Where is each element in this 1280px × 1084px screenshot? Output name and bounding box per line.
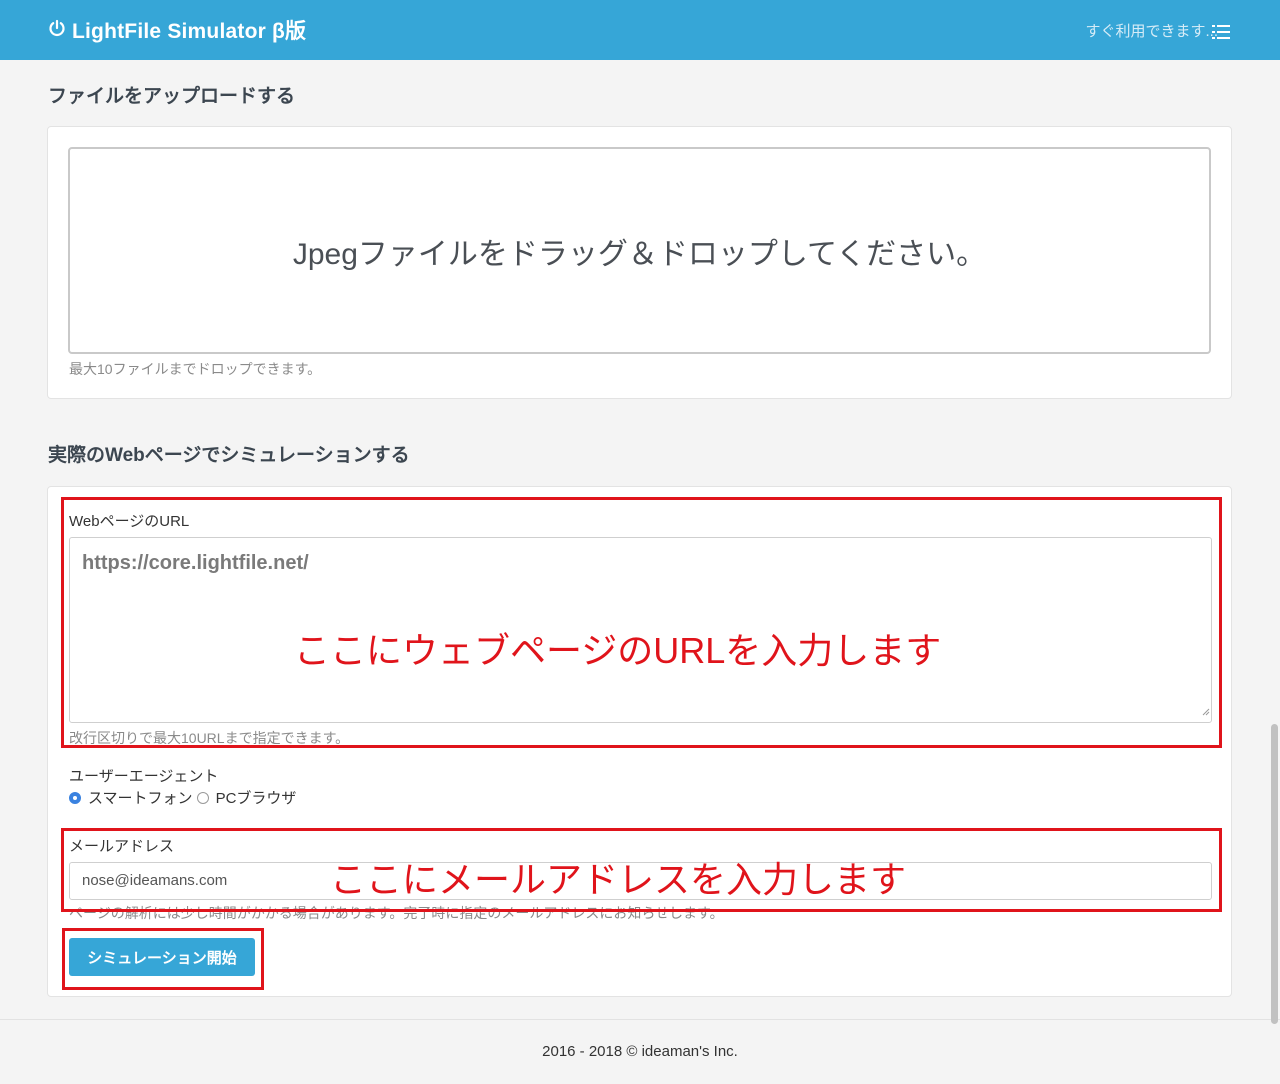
power-icon <box>48 19 66 42</box>
upload-card: Jpegファイルをドラッグ＆ドロップしてください。 最大10ファイルまでドロップ… <box>47 126 1232 399</box>
url-help-text: 改行区切りで最大10URLまで指定できます。 <box>69 730 350 746</box>
radio-smartphone-label[interactable]: スマートフォン <box>88 787 193 808</box>
user-agent-label: ユーザーエージェント <box>69 768 219 785</box>
url-label: WebページのURL <box>69 513 190 530</box>
email-help-text: ページの解析には少し時間がかかる場合があります。完了時に指定のメールアドレスにお… <box>69 905 724 921</box>
file-dropzone[interactable]: Jpegファイルをドラッグ＆ドロップしてください。 <box>68 147 1211 354</box>
upload-heading: ファイルをアップロードする <box>48 86 296 107</box>
navbar: LightFile Simulator β版 すぐ利用できます... <box>0 0 1280 60</box>
dropzone-text: Jpegファイルをドラッグ＆ドロップしてください。 <box>292 237 987 271</box>
nav-status-link[interactable]: すぐ利用できます... <box>1085 20 1218 41</box>
start-simulation-button[interactable]: シミュレーション開始 <box>69 938 255 976</box>
list-icon[interactable] <box>1212 24 1230 45</box>
radio-pc-browser[interactable] <box>196 791 209 804</box>
scrollbar-thumb[interactable] <box>1271 724 1278 1024</box>
copyright-text: 2016 - 2018 © ideaman's Inc. <box>542 1043 738 1060</box>
simulate-card: WebページのURL https://core.lightfile.net/ 改… <box>47 486 1232 997</box>
radio-smartphone[interactable] <box>69 791 81 804</box>
upload-help-text: 最大10ファイルまでドロップできます。 <box>69 361 322 377</box>
url-annotation-text: ここにウェブページのURLを入力します <box>294 630 942 671</box>
user-agent-options: スマートフォン PCブラウザ <box>69 787 296 808</box>
app-title: LightFile Simulator β版 <box>72 20 307 43</box>
simulate-heading: 実際のWebページでシミュレーションする <box>48 445 410 466</box>
email-annotation-text: ここにメールアドレスを入力します <box>330 859 907 900</box>
url-placeholder: https://core.lightfile.net/ <box>82 552 309 574</box>
footer: 2016 - 2018 © ideaman's Inc. <box>0 1019 1280 1083</box>
radio-pc-browser-label[interactable]: PCブラウザ <box>216 787 297 808</box>
email-label: メールアドレス <box>69 838 175 855</box>
brand[interactable]: LightFile Simulator β版 <box>48 15 306 45</box>
resize-grip-icon[interactable] <box>1202 703 1210 721</box>
